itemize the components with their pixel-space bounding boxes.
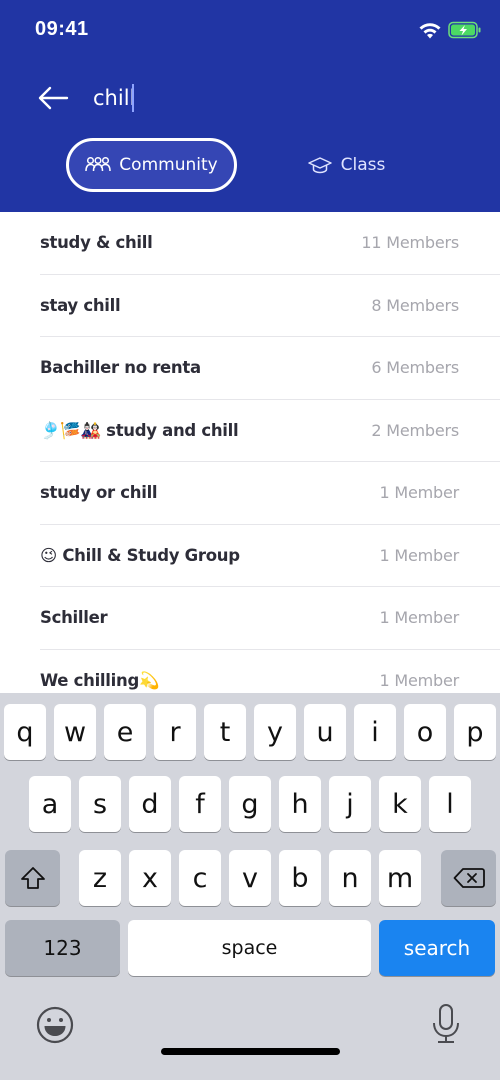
- backspace-icon: [453, 868, 485, 888]
- list-item[interactable]: study & chill 11 Members: [40, 212, 500, 275]
- people-group-icon: [85, 156, 112, 172]
- community-name: study & chill: [40, 233, 153, 252]
- key-a[interactable]: a: [29, 776, 71, 832]
- shift-key[interactable]: [5, 850, 60, 906]
- status-bar: 09:41: [0, 0, 500, 60]
- list-item[interactable]: 🎐🎏🎎 study and chill 2 Members: [40, 400, 500, 462]
- tab-class[interactable]: Class: [290, 138, 402, 192]
- member-count: 11 Members: [361, 233, 459, 252]
- space-key[interactable]: space: [128, 920, 371, 976]
- key-u[interactable]: u: [304, 704, 346, 760]
- key-m[interactable]: m: [379, 850, 421, 906]
- key-h[interactable]: h: [279, 776, 321, 832]
- tab-class-label: Class: [340, 155, 386, 175]
- list-item[interactable]: study or chill 1 Member: [40, 462, 500, 525]
- key-k[interactable]: k: [379, 776, 421, 832]
- search-results-list: study & chill 11 Members stay chill 8 Me…: [0, 212, 500, 693]
- key-c[interactable]: c: [179, 850, 221, 906]
- key-x[interactable]: x: [129, 850, 171, 906]
- key-q[interactable]: q: [4, 704, 46, 760]
- key-d[interactable]: d: [129, 776, 171, 832]
- wifi-icon: [419, 23, 441, 39]
- key-y[interactable]: y: [254, 704, 296, 760]
- key-l[interactable]: l: [429, 776, 471, 832]
- list-item[interactable]: stay chill 8 Members: [40, 275, 500, 337]
- key-o[interactable]: o: [404, 704, 446, 760]
- key-i[interactable]: i: [354, 704, 396, 760]
- member-count: 2 Members: [371, 420, 459, 440]
- key-r[interactable]: r: [154, 704, 196, 760]
- key-f[interactable]: f: [179, 776, 221, 832]
- community-name: Schiller: [40, 608, 108, 627]
- list-item[interactable]: 😉 Chill & Study Group 1 Member: [40, 525, 500, 587]
- arrow-left-icon[interactable]: [36, 84, 70, 112]
- list-item[interactable]: We chilling💫 1 Member: [40, 650, 500, 694]
- key-g[interactable]: g: [229, 776, 271, 832]
- key-s[interactable]: s: [79, 776, 121, 832]
- community-name: We chilling💫: [40, 670, 160, 690]
- community-name: study or chill: [40, 483, 158, 502]
- home-indicator: [161, 1048, 340, 1055]
- member-count: 1 Member: [379, 670, 460, 690]
- tab-community[interactable]: Community: [66, 138, 237, 192]
- search-input[interactable]: [93, 80, 473, 116]
- microphone-icon[interactable]: [431, 1003, 461, 1045]
- community-name: stay chill: [40, 295, 121, 315]
- battery-charging-icon: [448, 21, 481, 39]
- key-t[interactable]: t: [204, 704, 246, 760]
- list-item[interactable]: Schiller 1 Member: [40, 587, 500, 650]
- community-name: Bachiller no renta: [40, 358, 201, 377]
- key-z[interactable]: z: [79, 850, 121, 906]
- key-e[interactable]: e: [104, 704, 146, 760]
- key-n[interactable]: n: [329, 850, 371, 906]
- community-name: 😉 Chill & Study Group: [40, 545, 240, 565]
- status-time: 09:41: [35, 18, 89, 40]
- member-count: 1 Member: [379, 608, 460, 627]
- search-key[interactable]: search: [379, 920, 495, 976]
- tab-community-label: Community: [119, 155, 218, 175]
- key-w[interactable]: w: [54, 704, 96, 760]
- member-count: 6 Members: [371, 358, 459, 377]
- key-j[interactable]: j: [329, 776, 371, 832]
- community-name: 🎐🎏🎎 study and chill: [40, 420, 239, 440]
- search-scope-tabs: Community Class: [0, 138, 500, 192]
- list-item[interactable]: Bachiller no renta 6 Members: [40, 337, 500, 400]
- member-count: 1 Member: [379, 545, 460, 565]
- header: 09:41 Communit: [0, 0, 500, 212]
- numbers-key[interactable]: 123: [5, 920, 120, 976]
- key-v[interactable]: v: [229, 850, 271, 906]
- emoji-icon[interactable]: [36, 1006, 74, 1044]
- graduation-cap-icon: [307, 157, 332, 174]
- search-row: [0, 78, 500, 118]
- member-count: 8 Members: [371, 295, 459, 315]
- keyboard: 123 space search qwertyuiop asdfghjkl zxcv…: [0, 693, 500, 1080]
- member-count: 1 Member: [379, 483, 460, 502]
- key-b[interactable]: b: [279, 850, 321, 906]
- delete-key[interactable]: [441, 850, 496, 906]
- shift-icon: [20, 867, 45, 889]
- text-caret: [132, 84, 134, 112]
- key-p[interactable]: p: [454, 704, 496, 760]
